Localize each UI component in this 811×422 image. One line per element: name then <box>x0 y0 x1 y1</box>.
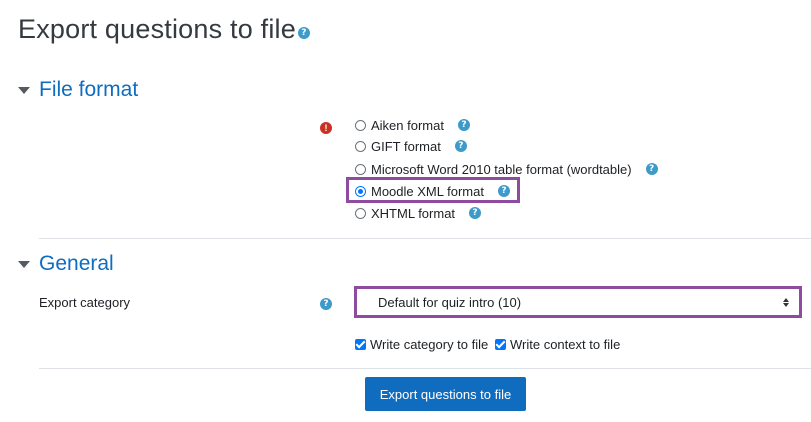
help-icon[interactable]: ? <box>454 140 467 152</box>
section-divider <box>39 238 811 239</box>
write-category-option[interactable]: Write category to file <box>355 337 488 352</box>
export-questions-button[interactable]: Export questions to file <box>365 377 526 411</box>
help-icon[interactable]: ? <box>297 27 310 39</box>
caret-down-icon <box>18 260 30 268</box>
format-option-label: Microsoft Word 2010 table format (wordta… <box>371 161 632 177</box>
radio-gift[interactable] <box>355 140 366 152</box>
format-option-xhtml[interactable]: XHTML format ? <box>355 204 482 222</box>
write-context-label: Write context to file <box>510 337 621 352</box>
help-icon[interactable]: ? <box>645 163 658 175</box>
radio-xhtml[interactable] <box>355 207 366 219</box>
write-context-checkbox[interactable] <box>495 339 506 350</box>
help-icon[interactable]: ? <box>457 119 470 131</box>
export-category-label: Export category <box>39 295 131 310</box>
page-title-text: Export questions to file <box>18 14 296 44</box>
write-category-checkbox[interactable] <box>355 339 366 350</box>
format-option-label: GIFT format <box>371 138 441 154</box>
format-option-moodle-xml[interactable]: Moodle XML format ? <box>355 182 510 200</box>
caret-down-icon <box>18 86 30 94</box>
help-icon[interactable]: ? <box>469 207 482 219</box>
file-format-section-title: File format <box>39 78 139 101</box>
help-icon[interactable]: ? <box>497 185 510 197</box>
write-category-label: Write category to file <box>370 337 489 352</box>
export-category-value: Default for quiz intro (10) <box>378 294 522 310</box>
general-section-toggle[interactable]: General <box>18 252 114 276</box>
radio-wordtable[interactable] <box>355 163 366 175</box>
help-icon[interactable]: ? <box>320 298 332 310</box>
file-format-section-toggle[interactable]: File format <box>18 78 138 102</box>
radio-aiken[interactable] <box>355 119 366 131</box>
section-divider <box>39 368 811 369</box>
format-option-gift[interactable]: GIFT format ? <box>355 137 467 155</box>
arrow-down-icon <box>783 302 789 307</box>
export-category-select[interactable]: Default for quiz intro (10) <box>354 286 802 318</box>
format-option-label: Aiken format <box>371 117 444 133</box>
format-option-label: Moodle XML format <box>371 183 484 199</box>
page-title: Export questions to file? <box>18 14 310 45</box>
required-icon: ! <box>320 122 332 134</box>
arrow-up-icon <box>783 297 789 302</box>
export-questions-page: Export questions to file? File format ! … <box>0 0 811 422</box>
format-option-aiken[interactable]: Aiken format ? <box>355 116 470 134</box>
format-option-label: XHTML format <box>371 205 456 221</box>
format-option-wordtable[interactable]: Microsoft Word 2010 table format (wordta… <box>355 160 658 178</box>
write-context-option[interactable]: Write context to file <box>495 337 620 352</box>
radio-moodle-xml[interactable] <box>355 185 366 197</box>
select-arrows-icon <box>782 297 790 307</box>
general-section-title: General <box>39 252 114 275</box>
